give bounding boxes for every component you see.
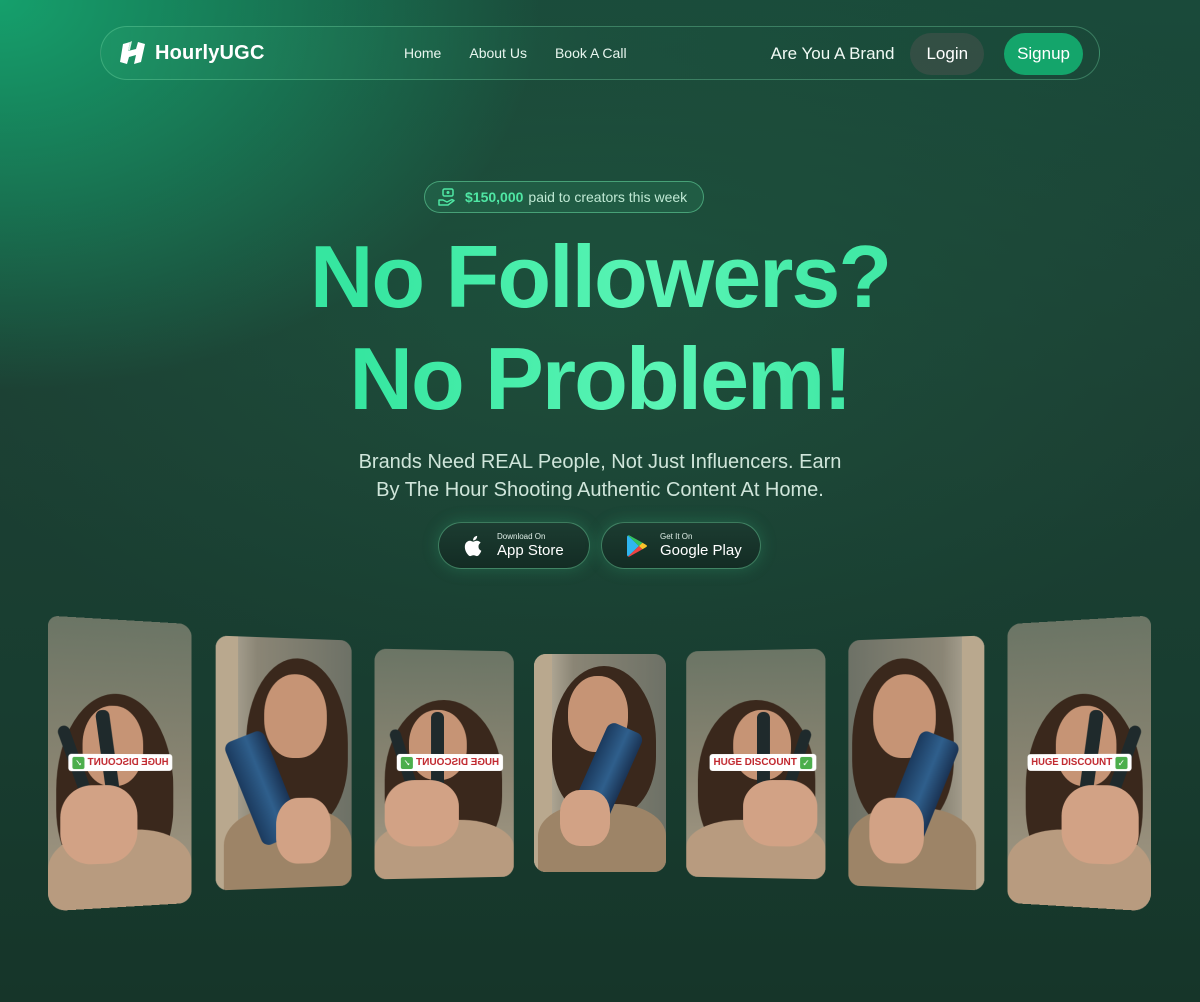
video-card[interactable] xyxy=(534,654,666,872)
video-card[interactable]: HUGE DISCOUNT ✓ xyxy=(47,615,192,912)
video-card[interactable] xyxy=(215,635,352,891)
google-play-label: Google Play xyxy=(660,541,742,559)
creators-paid-badge: $150,000 paid to creators this week xyxy=(424,181,704,213)
signup-button[interactable]: Signup xyxy=(1004,33,1083,75)
checkmark-icon: ✓ xyxy=(400,756,413,769)
video-card[interactable]: HUGE DISCOUNT ✓ xyxy=(374,648,514,880)
checkmark-icon: ✓ xyxy=(72,756,85,769)
video-card[interactable] xyxy=(848,635,985,891)
checkmark-icon: ✓ xyxy=(800,756,813,769)
are-you-a-brand-link[interactable]: Are You A Brand xyxy=(771,44,895,64)
discount-tag: HUGE DISCOUNT xyxy=(1031,756,1113,769)
google-play-icon xyxy=(627,534,647,557)
headline-line-2: No Problem! xyxy=(349,329,851,428)
badge-text: paid to creators this week xyxy=(528,189,688,205)
top-nav: HourlyUGC Home About Us Book A Call Are … xyxy=(100,26,1100,80)
brand-logo[interactable]: HourlyUGC xyxy=(119,40,265,66)
login-button[interactable]: Login xyxy=(910,33,985,75)
nav-link-about-us[interactable]: About Us xyxy=(469,45,527,61)
discount-tag: HUGE DISCOUNT xyxy=(87,756,169,769)
discount-tag: HUGE DISCOUNT xyxy=(713,756,797,769)
hero-subheadline: Brands Need REAL People, Not Just Influe… xyxy=(0,448,1200,504)
video-card[interactable]: HUGE DISCOUNT ✓ xyxy=(686,648,826,880)
video-carousel: HUGE DISCOUNT ✓ HUGE DISCOUNT ✓ HUGE DIS… xyxy=(0,600,1200,920)
subheadline-line-2: By The Hour Shooting Authentic Content A… xyxy=(376,479,824,501)
nav-link-home[interactable]: Home xyxy=(404,45,441,61)
google-play-button[interactable]: Get It On Google Play xyxy=(601,522,761,569)
nav-link-book-a-call[interactable]: Book A Call xyxy=(555,45,627,61)
video-card[interactable]: HUGE DISCOUNT ✓ xyxy=(1007,615,1152,912)
hourlyugc-logo-icon xyxy=(120,41,145,64)
app-store-label: App Store xyxy=(497,541,564,559)
subheadline-line-1: Brands Need REAL People, Not Just Influe… xyxy=(358,451,842,473)
google-play-small-label: Get It On xyxy=(660,531,693,541)
badge-amount: $150,000 xyxy=(465,189,524,205)
brand-name: HourlyUGC xyxy=(155,41,265,64)
apple-icon xyxy=(464,535,482,556)
discount-tag: HUGE DISCOUNT xyxy=(416,756,500,769)
money-hand-icon xyxy=(438,188,455,206)
checkmark-icon: ✓ xyxy=(1115,756,1128,769)
app-store-small-label: Download On xyxy=(497,531,546,541)
headline-line-1: No Followers? xyxy=(309,227,891,326)
app-store-button[interactable]: Download On App Store xyxy=(438,522,590,569)
hero-headline: No Followers? No Problem! xyxy=(0,226,1200,430)
